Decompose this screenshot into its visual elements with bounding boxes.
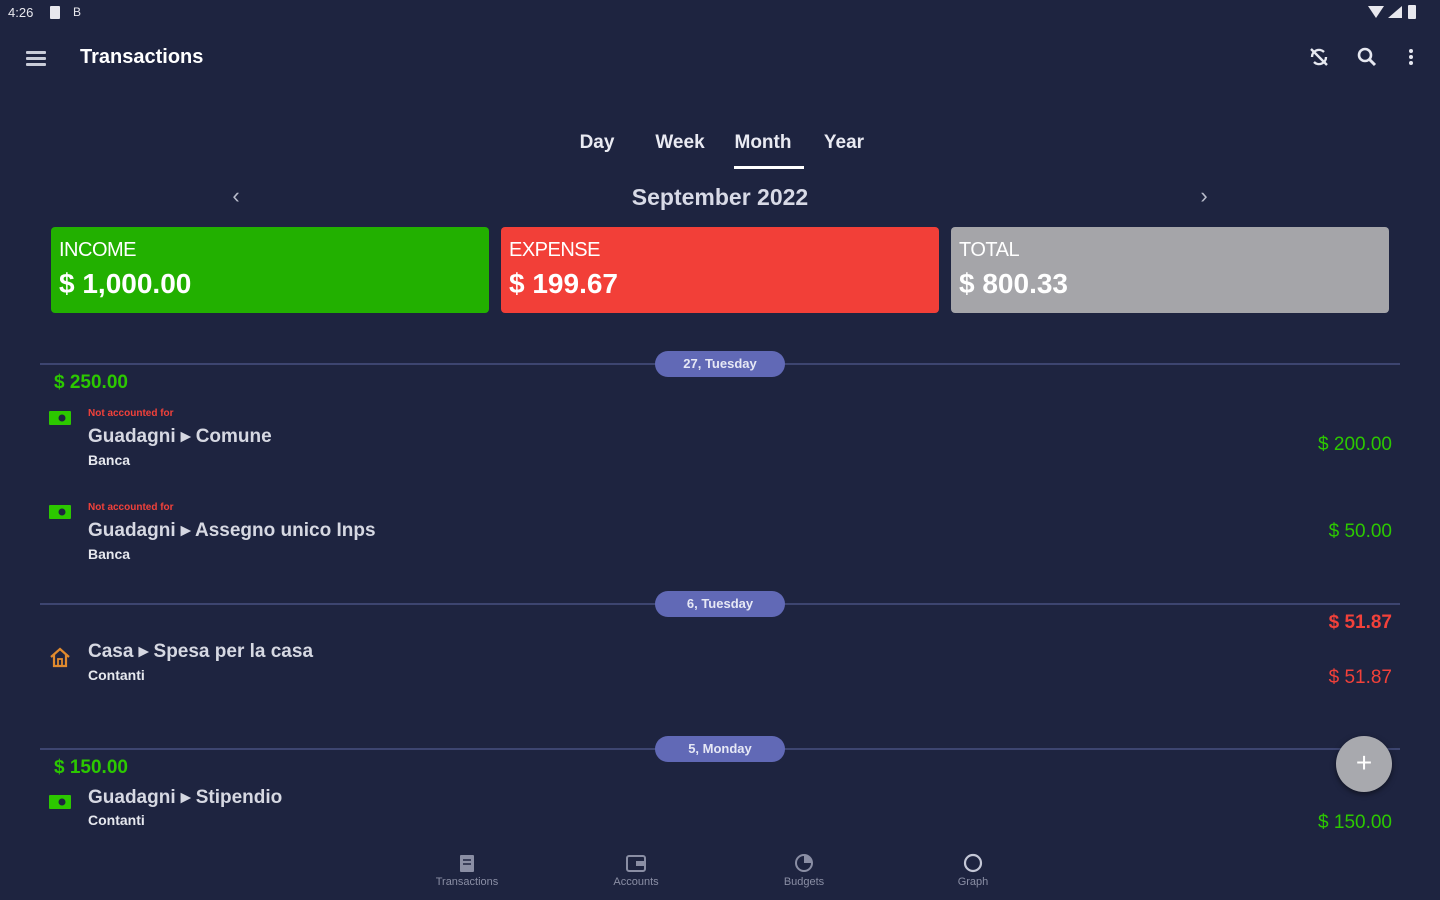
search-icon[interactable] bbox=[1354, 44, 1380, 70]
transaction-category: Guadagni ▸ Assegno unico Inps bbox=[88, 520, 376, 541]
transaction-note: Not accounted for bbox=[88, 408, 174, 419]
expense-card: EXPENSE $ 199.67 bbox=[501, 227, 939, 313]
transaction-category: Guadagni ▸ Comune bbox=[88, 426, 272, 447]
transaction-amount: $ 150.00 bbox=[1318, 812, 1392, 833]
budgets-icon bbox=[793, 852, 815, 874]
home-icon bbox=[48, 646, 72, 668]
transaction-account: Contanti bbox=[88, 667, 145, 683]
app-bar: Transactions bbox=[0, 30, 1440, 86]
status-b-icon: B bbox=[73, 5, 82, 19]
transaction-account: Contanti bbox=[88, 812, 145, 828]
chevron-right-icon[interactable]: › bbox=[1192, 184, 1216, 208]
page-title: Transactions bbox=[80, 46, 204, 68]
status-bar: 4:26 B bbox=[0, 0, 1440, 26]
hamburger-icon[interactable] bbox=[24, 48, 50, 70]
transaction-note: Not accounted for bbox=[88, 502, 174, 513]
cash-icon bbox=[48, 503, 72, 521]
sync-off-icon[interactable] bbox=[1306, 44, 1332, 70]
system-status-icons bbox=[1368, 4, 1428, 20]
graph-icon bbox=[962, 852, 984, 874]
wifi-icon bbox=[1368, 6, 1384, 18]
day-header-pill: 6, Tuesday bbox=[655, 591, 785, 617]
expense-amount: $ 199.67 bbox=[509, 268, 618, 299]
transaction-row[interactable]: Casa ▸ Spesa per la casa Contanti $ 51.8… bbox=[0, 636, 1440, 706]
signal-icon bbox=[1388, 6, 1402, 18]
expense-label: EXPENSE bbox=[509, 239, 600, 261]
status-time: 4:26 bbox=[8, 5, 34, 20]
cash-icon bbox=[48, 793, 72, 811]
period-tabs: Day Week Month Year bbox=[0, 128, 1440, 172]
tab-month[interactable]: Month bbox=[726, 132, 800, 154]
nav-label: Budgets bbox=[783, 876, 825, 888]
more-vert-icon[interactable] bbox=[1398, 44, 1424, 70]
day-total: $ 51.87 bbox=[1328, 612, 1392, 633]
income-card: INCOME $ 1,000.00 bbox=[51, 227, 489, 313]
day-header-pill: 5, Monday bbox=[655, 736, 785, 762]
month-navigator: ‹ September 2022 › bbox=[0, 178, 1440, 218]
current-period-label: September 2022 bbox=[631, 184, 809, 210]
nav-label: Graph bbox=[957, 876, 989, 888]
transaction-amount: $ 51.87 bbox=[1328, 667, 1392, 688]
tab-day[interactable]: Day bbox=[570, 132, 624, 154]
transaction-row[interactable]: Not accounted for Guadagni ▸ Comune Banc… bbox=[0, 400, 1440, 470]
income-amount: $ 1,000.00 bbox=[59, 268, 192, 299]
income-label: INCOME bbox=[59, 239, 137, 261]
notification-icon bbox=[50, 6, 60, 19]
tab-year[interactable]: Year bbox=[814, 132, 874, 154]
total-card: TOTAL $ 800.33 bbox=[951, 227, 1389, 313]
tab-selected-indicator bbox=[734, 166, 804, 169]
chevron-left-icon[interactable]: ‹ bbox=[224, 184, 248, 208]
transaction-amount: $ 50.00 bbox=[1328, 521, 1392, 542]
nav-label: Transactions bbox=[435, 876, 499, 888]
accounts-icon bbox=[625, 852, 647, 874]
nav-budgets[interactable]: Budgets bbox=[749, 852, 859, 888]
day-header-pill: 27, Tuesday bbox=[655, 351, 785, 377]
transaction-account: Banca bbox=[88, 452, 131, 468]
transaction-account: Banca bbox=[88, 546, 131, 562]
transactions-screen: 4:26 B Transactions Day Week Month Year … bbox=[0, 0, 1440, 900]
nav-accounts[interactable]: Accounts bbox=[581, 852, 691, 888]
tab-week[interactable]: Week bbox=[648, 132, 712, 154]
total-label: TOTAL bbox=[959, 239, 1020, 261]
add-transaction-button[interactable]: + bbox=[1336, 736, 1392, 792]
transactions-icon bbox=[456, 852, 478, 874]
day-total: $ 250.00 bbox=[54, 372, 128, 393]
transaction-category: Casa ▸ Spesa per la casa bbox=[88, 641, 314, 662]
transaction-row[interactable]: Not accounted for Guadagni ▸ Assegno uni… bbox=[0, 494, 1440, 564]
cash-icon bbox=[48, 409, 72, 427]
transaction-row[interactable]: Guadagni ▸ Stipendio Contanti $ 150.00 bbox=[0, 782, 1440, 852]
transaction-amount: $ 200.00 bbox=[1318, 434, 1392, 455]
day-total: $ 150.00 bbox=[54, 757, 128, 778]
battery-icon bbox=[1408, 5, 1416, 19]
nav-transactions[interactable]: Transactions bbox=[412, 852, 522, 888]
nav-graph[interactable]: Graph bbox=[918, 852, 1028, 888]
nav-label: Accounts bbox=[613, 876, 659, 888]
bottom-navigation: Transactions Accounts Budgets Graph bbox=[0, 848, 1440, 900]
transaction-category: Guadagni ▸ Stipendio bbox=[88, 787, 283, 808]
total-amount: $ 800.33 bbox=[959, 268, 1068, 299]
